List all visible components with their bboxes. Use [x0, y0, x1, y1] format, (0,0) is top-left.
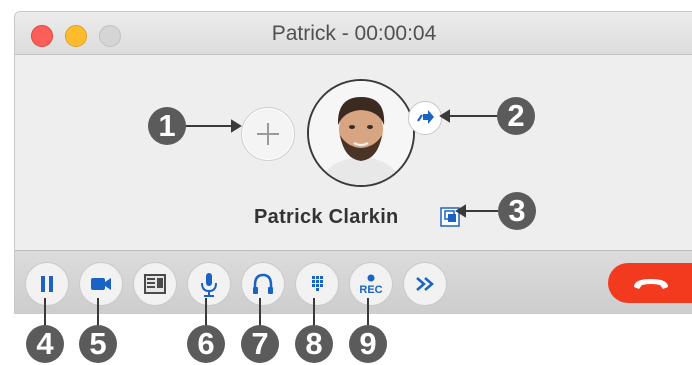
callout-9: 9	[349, 325, 387, 363]
callout-3: 3	[498, 192, 536, 230]
callout-1: 1	[148, 107, 186, 145]
callout-arrows	[44, 109, 498, 330]
callout-8: 8	[295, 325, 333, 363]
callout-5: 5	[79, 325, 117, 363]
callout-4: 4	[26, 325, 64, 363]
callout-7: 7	[241, 325, 279, 363]
callout-6: 6	[187, 325, 225, 363]
callout-2: 2	[497, 97, 535, 135]
